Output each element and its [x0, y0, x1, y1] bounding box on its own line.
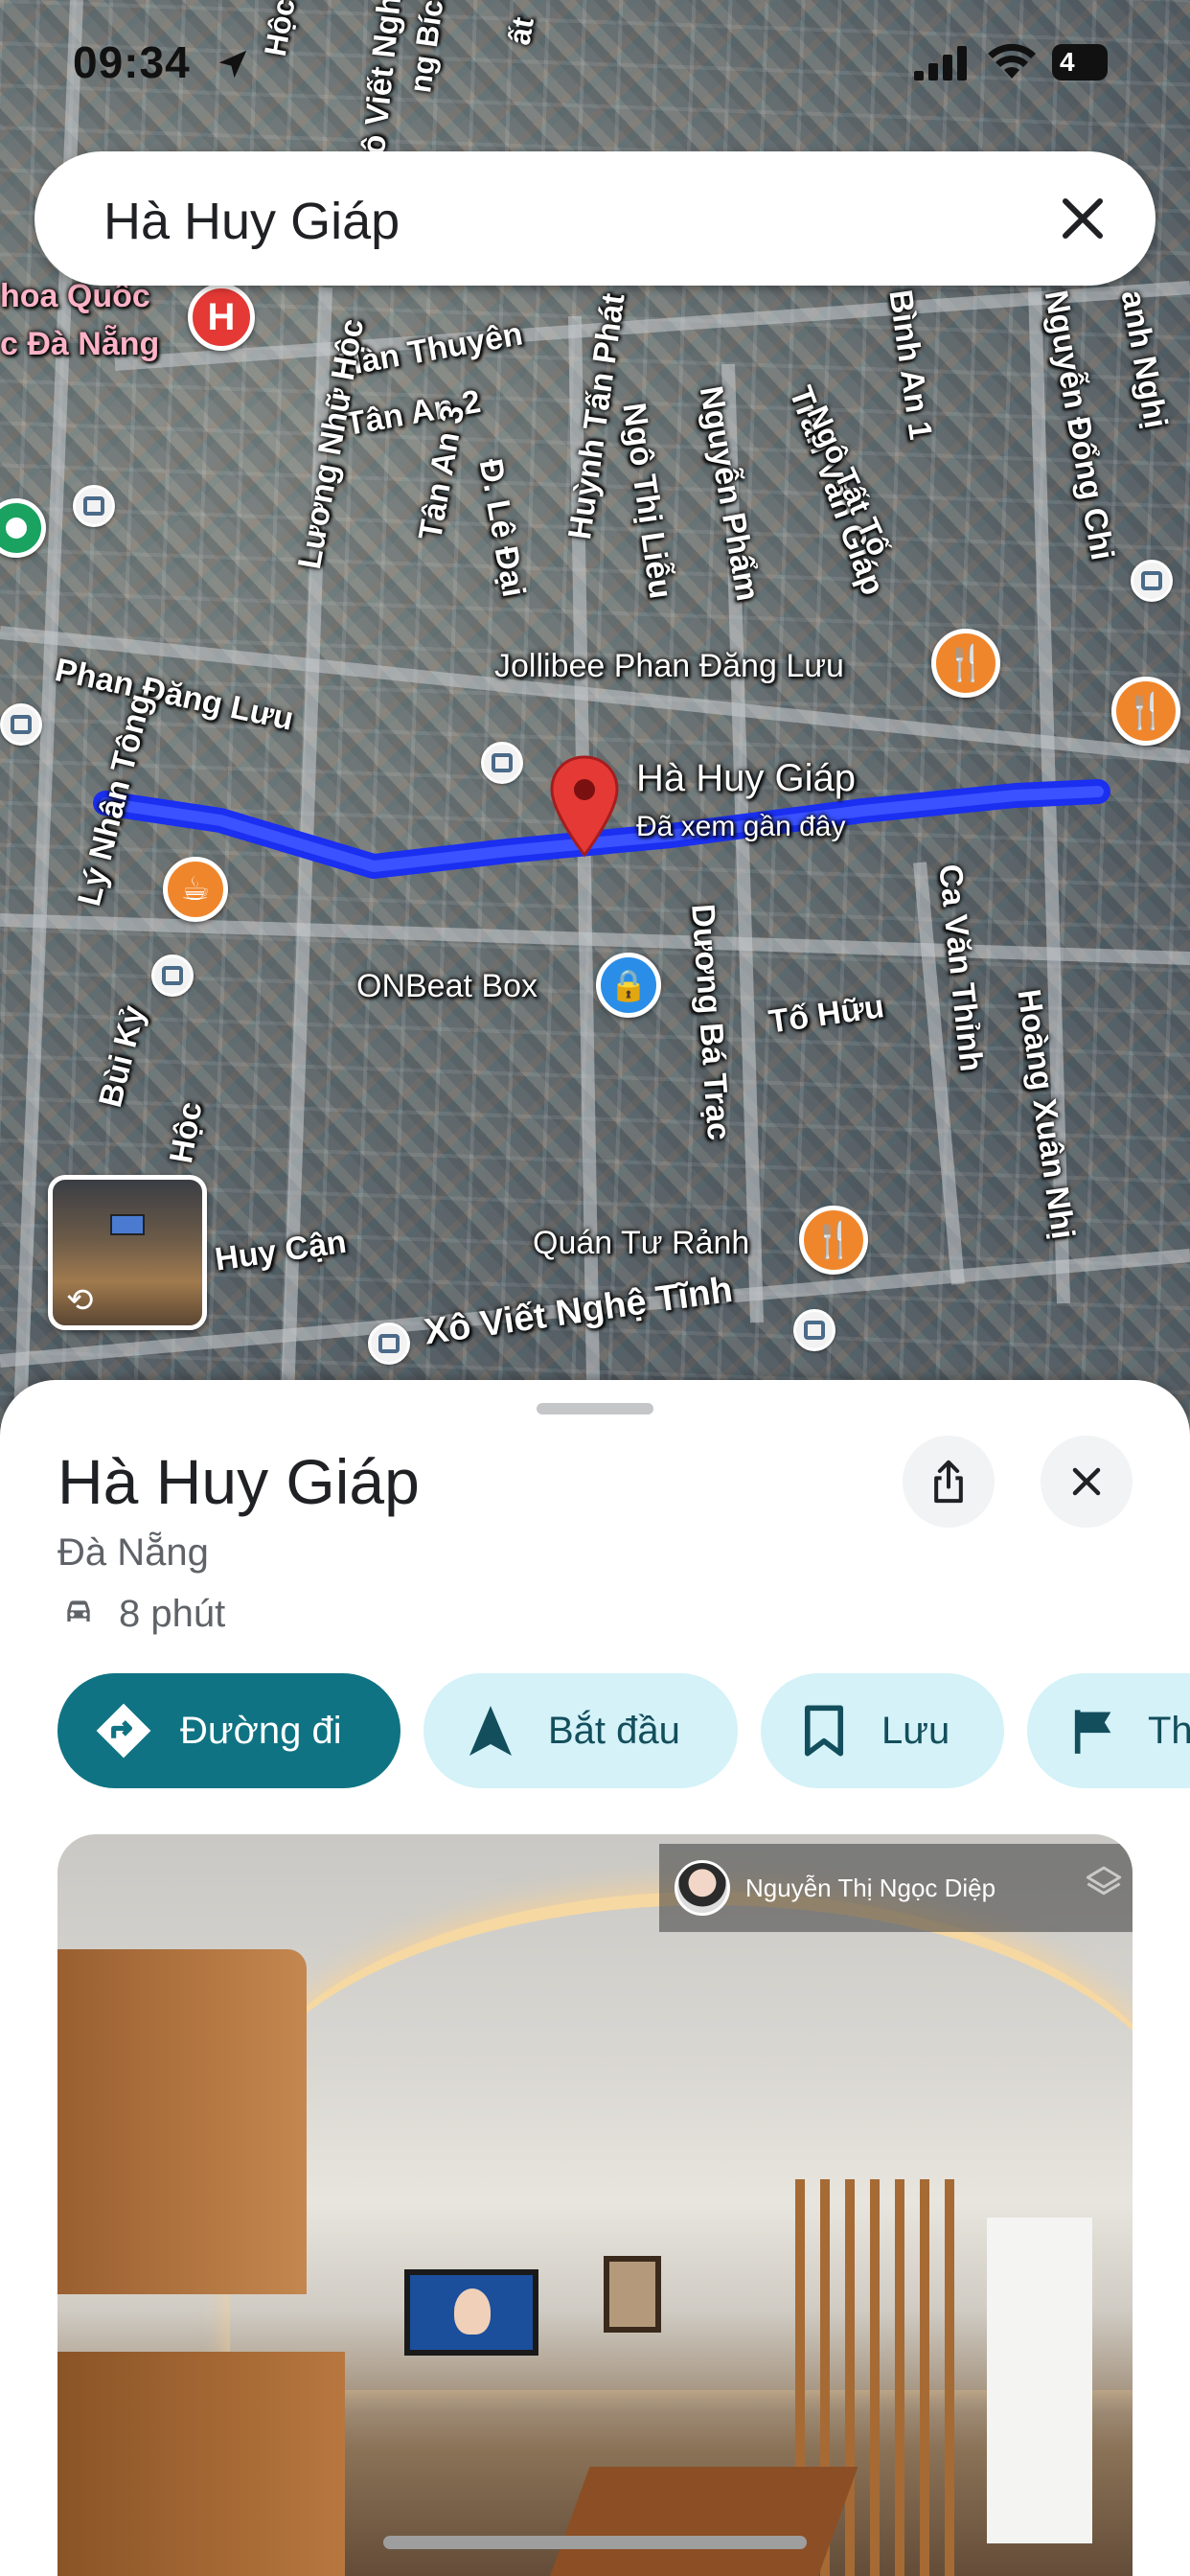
wifi-icon: [988, 43, 1036, 79]
photo-attribution[interactable]: Nguyễn Thị Ngọc Diệp: [659, 1844, 1133, 1932]
search-bar[interactable]: Hà Huy Giáp: [34, 151, 1156, 286]
share-button[interactable]: [903, 1436, 995, 1528]
close-icon: [1072, 1467, 1101, 1496]
hospital-icon[interactable]: H: [188, 284, 255, 351]
photo-cabinet-detail: [57, 2352, 345, 2576]
place-label-quan[interactable]: Quán Tư Rảnh: [533, 1225, 749, 1262]
place-sheet[interactable]: Hà Huy Giáp Đà Nẵng 8 phút Đường đi Bắt …: [0, 1380, 1190, 2576]
home-indicator[interactable]: [383, 2536, 807, 2549]
label-button[interactable]: Th: [1027, 1673, 1190, 1788]
bus-stop-icon[interactable]: [151, 954, 194, 997]
start-button[interactable]: Bắt đầu: [423, 1673, 738, 1788]
bus-stop-icon[interactable]: [368, 1322, 410, 1365]
restaurant-icon[interactable]: 🍴: [931, 629, 1000, 698]
save-label: Lưu: [881, 1709, 950, 1752]
photo-table-detail: [540, 2467, 858, 2576]
pin-subtitle: Đã xem gần đây: [636, 811, 846, 842]
status-time: 09:34: [73, 37, 191, 87]
navigation-arrow-icon: [468, 1704, 514, 1758]
pin-title: Hà Huy Giáp: [636, 757, 856, 799]
location-pin-icon[interactable]: [548, 753, 621, 859]
avatar: [675, 1860, 730, 1916]
hospital-label-line2: c Đà Nẵng: [0, 326, 160, 362]
status-bar: 09:34 4: [0, 0, 1190, 125]
cellular-signal-icon: [914, 46, 967, 80]
place-city: Đà Nẵng: [57, 1531, 209, 1574]
bus-stop-icon[interactable]: [1131, 560, 1173, 602]
shopping-bag-icon[interactable]: 🔒: [596, 953, 661, 1018]
photo-frame-detail: [604, 2256, 661, 2333]
cafe-icon[interactable]: ☕: [163, 857, 228, 922]
start-label: Bắt đầu: [548, 1709, 680, 1752]
save-button[interactable]: Lưu: [761, 1673, 1004, 1788]
place-label-jollibee[interactable]: Jollibee Phan Đăng Lưu: [494, 648, 844, 685]
search-query[interactable]: Hà Huy Giáp: [103, 192, 400, 251]
bus-stop-icon[interactable]: [73, 485, 115, 527]
layers-icon: [1086, 1866, 1122, 1896]
drive-time: 8 phút: [119, 1593, 226, 1635]
photo-author: Nguyễn Thị Ngọc Diệp: [745, 1873, 996, 1902]
photo-fridge-detail: [987, 2218, 1092, 2543]
battery-indicator: 4: [1052, 44, 1108, 80]
street-view-thumbnail[interactable]: ⟲: [48, 1175, 207, 1330]
label-chip-label: Th: [1148, 1709, 1190, 1752]
close-sheet-button[interactable]: [1041, 1436, 1133, 1528]
bus-stop-icon[interactable]: [481, 742, 523, 784]
thumbnail-image-detail: [110, 1214, 145, 1235]
action-chips: Đường đi Bắt đầu Lưu Th: [57, 1673, 1190, 1788]
bookmark-icon: [803, 1704, 845, 1758]
photo-cabinet-detail: [57, 1949, 307, 2294]
place-photo-360[interactable]: Nguyễn Thị Ngọc Diệp: [57, 1834, 1133, 2576]
restaurant-icon[interactable]: 🍴: [1111, 677, 1180, 746]
share-icon: [934, 1460, 963, 1504]
directions-icon: [94, 1701, 153, 1760]
sheet-grabber[interactable]: [537, 1403, 653, 1414]
close-icon[interactable]: [1052, 188, 1113, 249]
rotate-360-icon: ⟲: [66, 1282, 94, 1319]
place-label-onbeat[interactable]: ONBeat Box: [356, 968, 538, 1005]
flag-icon: [1069, 1705, 1119, 1757]
car-icon: [67, 1600, 90, 1622]
directions-label: Đường đi: [180, 1709, 342, 1752]
restaurant-icon[interactable]: 🍴: [799, 1206, 868, 1275]
place-title: Hà Huy Giáp: [57, 1446, 420, 1517]
directions-button[interactable]: Đường đi: [57, 1673, 400, 1788]
bus-stop-icon[interactable]: [0, 703, 42, 746]
photo-tv-detail: [404, 2269, 538, 2356]
location-arrow-icon: [218, 50, 247, 79]
bus-stop-icon[interactable]: [793, 1309, 835, 1351]
